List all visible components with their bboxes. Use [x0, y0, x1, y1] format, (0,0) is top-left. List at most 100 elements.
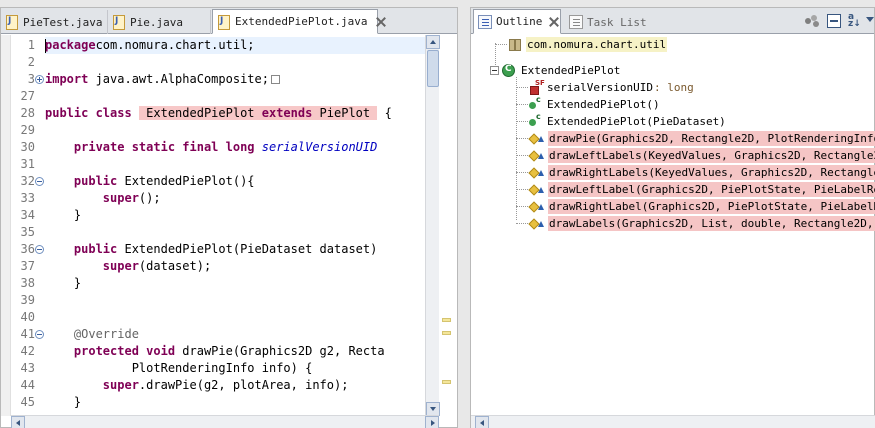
view-menu-icon[interactable]: [866, 17, 874, 22]
code-line[interactable]: protected void drawPie(Graphics2D g2, Re…: [45, 343, 385, 360]
tree-line: [516, 138, 528, 139]
tree-line: [516, 189, 528, 190]
code-line[interactable]: public ExtendedPiePlot(PieDataset datase…: [45, 241, 377, 258]
code-line[interactable]: import java.awt.AlphaComposite;: [45, 71, 280, 88]
code-token: PiePlot: [312, 106, 378, 120]
outline-member-node[interactable]: drawRightLabels(KeyedValues, Graphics2D,…: [529, 164, 875, 181]
outline-member-node[interactable]: serialVersionUID : long: [529, 79, 694, 96]
line-number: 29: [20, 123, 35, 137]
class-name: ExtendedPiePlot: [521, 64, 621, 77]
private-static-final-field-icon: [529, 79, 545, 95]
close-icon[interactable]: [548, 16, 560, 28]
tab-extendedpieplot-java[interactable]: ExtendedPiePlot.java: [212, 9, 378, 34]
scroll-left-arrow-icon[interactable]: [475, 416, 489, 428]
outline-member-node[interactable]: ExtendedPiePlot(): [529, 95, 661, 113]
outline-member-node[interactable]: ExtendedPiePlot(PieDataset): [529, 112, 727, 130]
member-label: serialVersionUID: [547, 81, 653, 94]
tree-line: [516, 223, 528, 224]
hide-fields-icon[interactable]: [805, 14, 819, 28]
code-token: super: [102, 191, 139, 205]
protected-method-icon: [529, 201, 545, 213]
outline-tree: com.nomura.chart.util ExtendedPiePlot se…: [471, 35, 875, 415]
outline-class-node[interactable]: ExtendedPiePlot: [502, 62, 621, 79]
tab-pie-java[interactable]: Pie.java: [108, 10, 211, 34]
code-editor[interactable]: packagecom.nomura.chart.util; import java…: [45, 35, 425, 416]
code-line[interactable]: PlotRenderingInfo info) {: [45, 360, 313, 377]
code-token: protected void: [73, 344, 183, 358]
overview-ruler: [440, 35, 452, 416]
tab-label: PieTest.java: [23, 15, 103, 29]
tree-line: [495, 44, 507, 45]
occurrence-marker[interactable]: [442, 318, 451, 322]
collapse-toggle-icon[interactable]: [490, 66, 499, 75]
tab-label: Pie.java: [130, 15, 183, 29]
tab-pietest-java[interactable]: PieTest.java: [1, 10, 108, 34]
member-label: ExtendedPiePlot(PieDataset): [547, 115, 726, 128]
folded-region-icon[interactable]: [270, 75, 280, 84]
line-number: 1: [27, 38, 35, 52]
line-number: 34: [20, 208, 35, 222]
line-number: 35: [20, 225, 35, 239]
scroll-down-arrow-icon[interactable]: [426, 402, 440, 416]
outline-member-node[interactable]: drawLeftLabel(Graphics2D, PiePlotState, …: [529, 181, 875, 198]
code-token: .drawPie(g2, plotArea, info);: [138, 378, 349, 392]
code-line[interactable]: public ExtendedPiePlot(){: [45, 173, 255, 190]
code-line[interactable]: }: [45, 207, 81, 224]
code-line[interactable]: packagecom.nomura.chart.util;: [45, 37, 425, 54]
line-number: 2: [27, 55, 35, 69]
java-file-icon: [217, 14, 230, 30]
line-number: 44: [20, 378, 35, 392]
constructor-icon: [529, 112, 541, 128]
line-number: 39: [20, 293, 35, 307]
outline-package-node[interactable]: com.nomura.chart.util: [509, 36, 668, 53]
occurrence-marker[interactable]: [442, 331, 451, 335]
code-line[interactable]: super(dataset);: [45, 258, 211, 275]
tree-line: [516, 155, 528, 156]
java-file-icon: [112, 15, 125, 30]
collapse-all-icon[interactable]: [827, 14, 841, 28]
tab-task-list[interactable]: Task List: [569, 10, 647, 34]
code-line[interactable]: private static final long serialVersionU…: [45, 139, 377, 156]
expand-fold-icon[interactable]: [35, 75, 44, 84]
scroll-up-arrow-icon[interactable]: [426, 35, 440, 49]
code-line[interactable]: }: [45, 394, 81, 411]
sort-alphabetically-icon[interactable]: a z↓: [848, 13, 862, 29]
outline-icon: [478, 14, 492, 29]
protected-method-icon: [529, 133, 545, 145]
outline-member-node[interactable]: drawPie(Graphics2D, Rectangle2D, PlotRen…: [529, 130, 875, 147]
code-line[interactable]: @Override: [45, 326, 139, 343]
occurrence-marker[interactable]: [442, 380, 451, 384]
tab-label: Outline: [496, 15, 543, 28]
code-line[interactable]: super();: [45, 190, 161, 207]
tree-line: [516, 172, 528, 173]
code-token: import: [45, 72, 89, 86]
collapse-fold-icon[interactable]: [35, 245, 44, 254]
line-number: 30: [20, 140, 35, 154]
code-token: ();: [138, 191, 161, 205]
tree-line: [516, 87, 528, 88]
scroll-thumb[interactable]: [427, 50, 439, 87]
collapse-fold-icon[interactable]: [35, 330, 44, 339]
code-line[interactable]: public class ExtendedPiePlot extends Pie…: [45, 105, 392, 122]
code-line[interactable]: }: [45, 275, 81, 292]
editor-horizontal-scrollbar[interactable]: [11, 415, 439, 428]
tab-outline[interactable]: Outline: [473, 9, 561, 34]
outline-member-node[interactable]: drawLeftLabels(KeyedValues, Graphics2D, …: [529, 147, 875, 164]
code-token: extends: [261, 106, 313, 120]
code-token: super: [102, 259, 139, 273]
editor-vertical-scrollbar[interactable]: [425, 35, 440, 416]
outline-horizontal-scrollbar[interactable]: [471, 415, 875, 428]
close-icon[interactable]: [375, 16, 387, 28]
line-number: 40: [20, 310, 35, 324]
outline-member-node[interactable]: drawRightLabel(Graphics2D, PiePlotState,…: [529, 198, 875, 215]
outline-member-node[interactable]: drawLabels(Graphics2D, List, double, Rec…: [529, 215, 875, 232]
code-line[interactable]: super.drawPie(g2, plotArea, info);: [45, 377, 349, 394]
collapse-fold-icon[interactable]: [35, 177, 44, 186]
scroll-left-arrow-icon[interactable]: [11, 416, 25, 428]
outline-view: Outline Task List a z↓ com.nomura.chart.u…: [470, 7, 875, 428]
scroll-right-arrow-icon[interactable]: [425, 416, 439, 428]
code-token: java.awt.AlphaComposite;: [88, 72, 269, 86]
